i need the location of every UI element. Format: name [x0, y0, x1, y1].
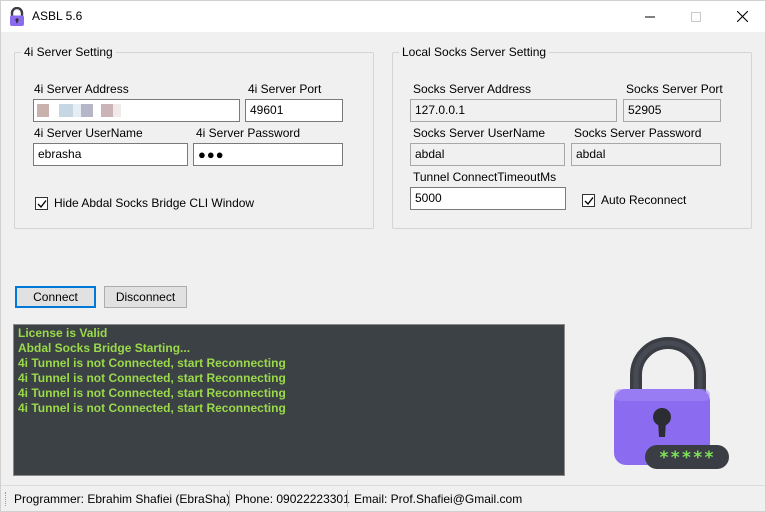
- status-email: Email: Prof.Shafiei@Gmail.com: [354, 492, 523, 506]
- socks-address-field[interactable]: 127.0.0.1: [410, 99, 617, 122]
- server-password-field[interactable]: ●●●: [193, 143, 343, 166]
- socks-port-label: Socks Server Port: [626, 82, 723, 96]
- server-address-label: 4i Server Address: [34, 82, 129, 96]
- socks-password-label: Socks Server Password: [574, 126, 702, 140]
- status-bar: Programmer: Ebrahim Shafiei (EbraSha) Ph…: [1, 485, 765, 511]
- minimize-button[interactable]: [627, 1, 673, 32]
- app-window: ASBL 5.6 4i Server Setting 4i Server Add…: [0, 0, 766, 512]
- connect-button[interactable]: Connect: [15, 286, 96, 308]
- password-mask: *****: [659, 448, 715, 468]
- disconnect-button[interactable]: Disconnect: [104, 286, 187, 308]
- hide-cli-checkbox-row[interactable]: Hide Abdal Socks Bridge CLI Window: [35, 196, 254, 210]
- hide-cli-label: Hide Abdal Socks Bridge CLI Window: [54, 196, 255, 210]
- log-output[interactable]: License is Valid Abdal Socks Bridge Star…: [13, 324, 565, 476]
- socks-port-field[interactable]: 52905: [623, 99, 721, 122]
- server-address-field[interactable]: [33, 99, 240, 122]
- log-line: 4i Tunnel is not Connected, start Reconn…: [18, 371, 286, 385]
- log-line: Abdal Socks Bridge Starting...: [18, 341, 191, 355]
- title-bar[interactable]: ASBL 5.6: [1, 1, 765, 32]
- grip-handle: [5, 492, 7, 506]
- log-line: 4i Tunnel is not Connected, start Reconn…: [18, 401, 286, 415]
- checkmark-icon: [37, 199, 47, 208]
- padlock-password-icon: *****: [614, 337, 729, 469]
- log-line: 4i Tunnel is not Connected, start Reconn…: [18, 386, 286, 400]
- server-username-field[interactable]: ebrasha: [33, 143, 188, 166]
- socks-group-title: Local Socks Server Setting: [399, 45, 550, 59]
- socks-settings-group: Local Socks Server Setting Socks Server …: [392, 45, 752, 229]
- tunnel-timeout-field[interactable]: 5000: [410, 187, 566, 210]
- server-username-label: 4i Server UserName: [34, 126, 143, 140]
- hide-cli-checkbox[interactable]: [35, 196, 48, 210]
- socks-username-label: Socks Server UserName: [413, 126, 546, 140]
- log-line: License is Valid: [18, 326, 108, 340]
- auto-reconnect-label: Auto Reconnect: [601, 193, 687, 207]
- server-port-label: 4i Server Port: [248, 82, 322, 96]
- server-group-title: 4i Server Setting: [21, 45, 116, 59]
- socks-password-field[interactable]: abdal: [571, 143, 721, 166]
- window-title: ASBL 5.6: [32, 9, 83, 23]
- minimize-icon: [645, 16, 655, 17]
- socks-username-field[interactable]: abdal: [410, 143, 565, 166]
- server-port-field[interactable]: 49601: [245, 99, 343, 122]
- status-divider: [229, 490, 230, 507]
- checkmark-icon: [584, 196, 594, 205]
- padlock-icon: [10, 7, 24, 26]
- auto-reconnect-checkbox-row[interactable]: Auto Reconnect: [582, 193, 686, 207]
- close-icon: [736, 11, 748, 22]
- auto-reconnect-checkbox[interactable]: [582, 193, 595, 207]
- server-password-label: 4i Server Password: [196, 126, 301, 140]
- maximize-button[interactable]: [673, 1, 719, 32]
- status-divider: [347, 490, 348, 507]
- status-phone: Phone: 09022223301: [235, 492, 350, 506]
- redacted-address: [37, 104, 121, 117]
- status-programmer: Programmer: Ebrahim Shafiei (EbraSha): [14, 492, 231, 506]
- log-line: 4i Tunnel is not Connected, start Reconn…: [18, 356, 286, 370]
- tunnel-timeout-label: Tunnel ConnectTimeoutMs: [413, 170, 557, 184]
- maximize-icon: [691, 11, 701, 22]
- close-button[interactable]: [719, 1, 765, 32]
- server-settings-group: 4i Server Setting 4i Server Address 4i S…: [14, 45, 374, 229]
- socks-address-label: Socks Server Address: [413, 82, 532, 96]
